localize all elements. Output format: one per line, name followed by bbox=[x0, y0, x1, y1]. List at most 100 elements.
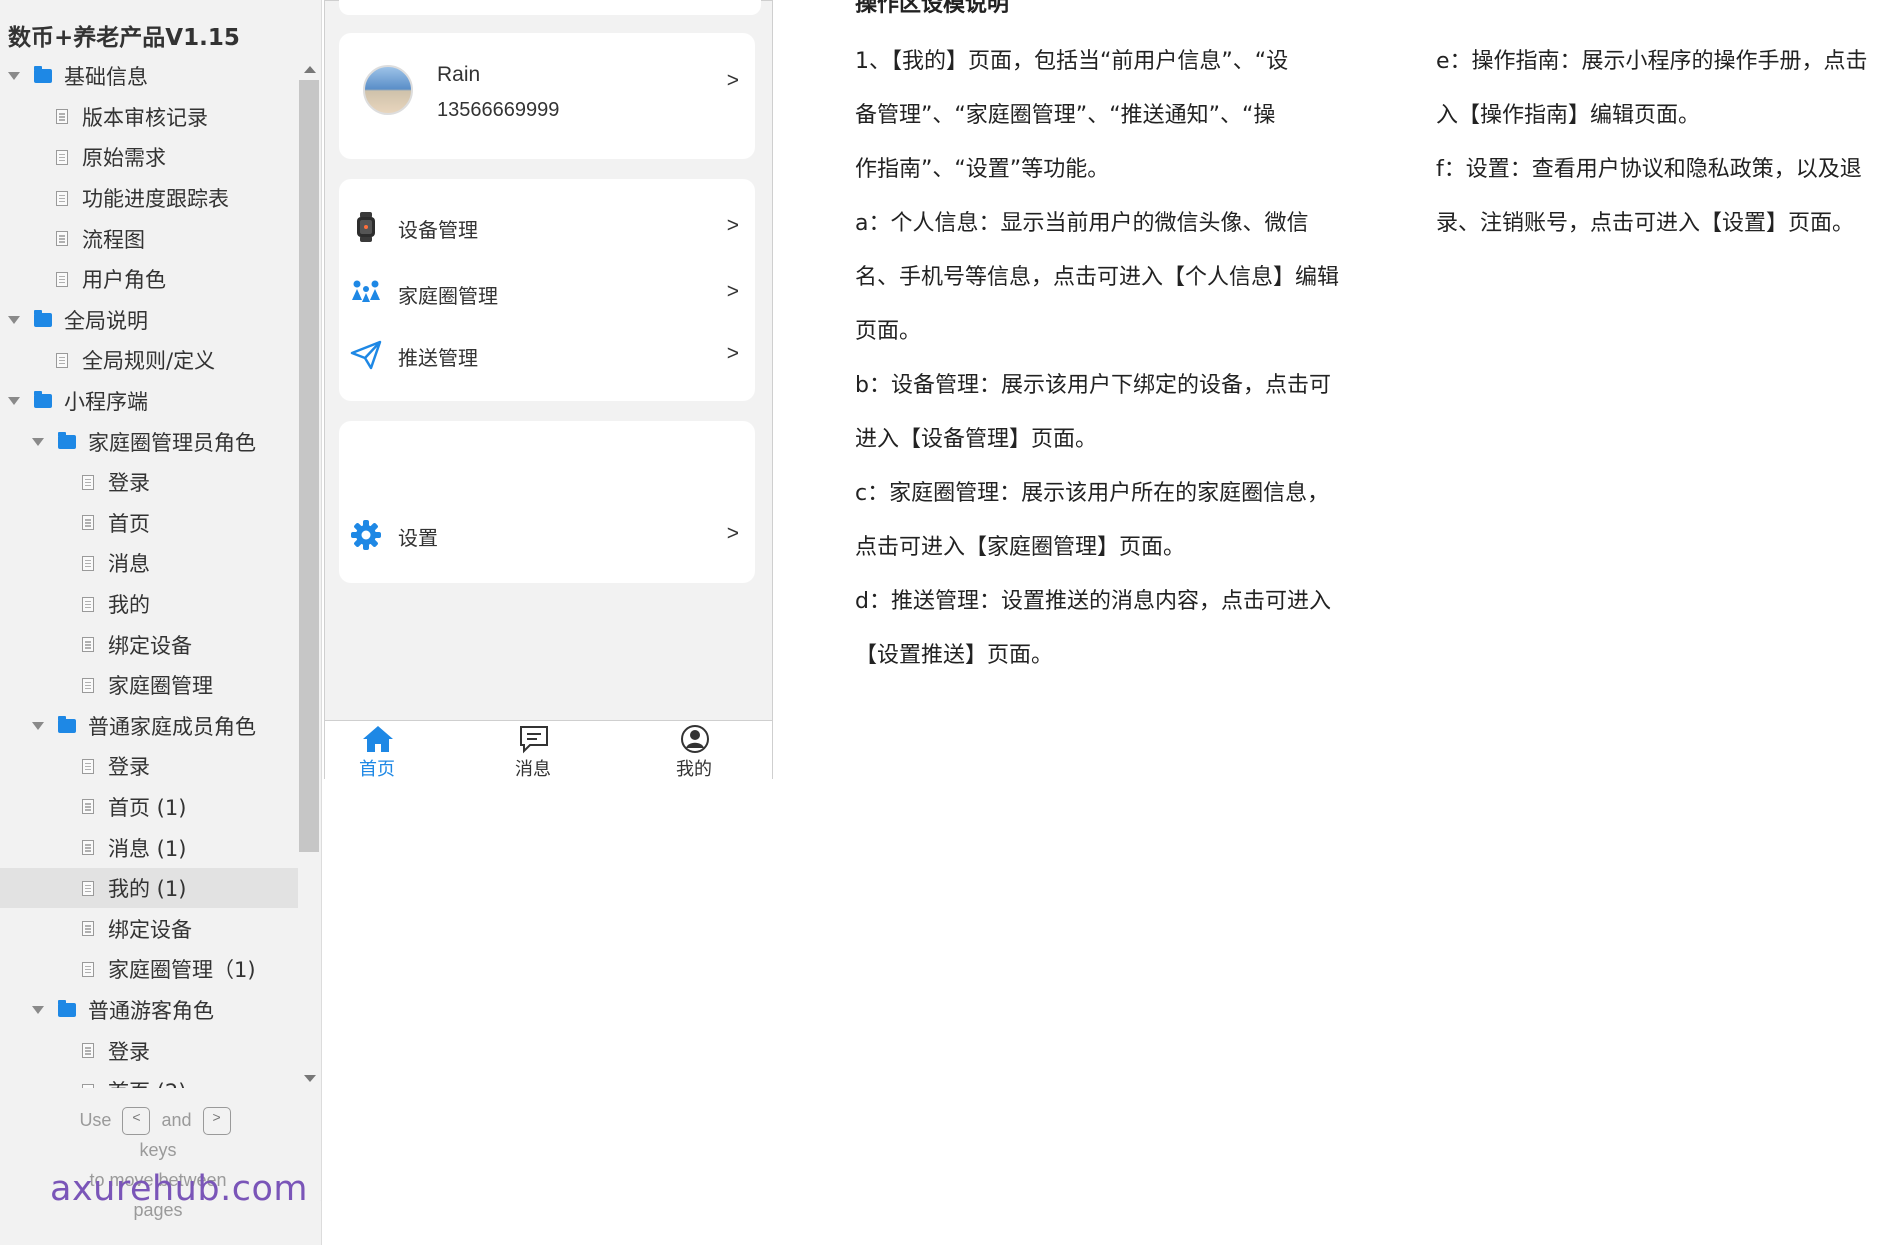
notes-column-1: 1、【我的】页面，包括当“前用户信息”、“设 备管理”、“家庭圈管理”、“推送通知… bbox=[855, 35, 1390, 683]
tree-item-label: 全局说明 bbox=[64, 308, 148, 333]
page-icon bbox=[82, 799, 94, 815]
caret-down-icon[interactable] bbox=[32, 1005, 44, 1014]
tree-page[interactable]: 登录 bbox=[0, 462, 298, 503]
menu-item-family-circle[interactable]: 家庭圈管理 > bbox=[339, 265, 755, 321]
tree-page[interactable]: 流程图 bbox=[0, 218, 298, 259]
tree-folder[interactable]: 全局说明 bbox=[0, 300, 298, 341]
menu-label-family: 家庭圈管理 bbox=[398, 284, 498, 308]
tree-item-label: 家庭圈管理（1) bbox=[108, 958, 256, 983]
tree-page[interactable]: 首页 (1) bbox=[0, 787, 298, 828]
tree-item-label: 家庭圈管理 bbox=[108, 674, 213, 699]
tree-item-label: 登录 bbox=[108, 755, 150, 780]
note-line: 名、手机号等信息，点击可进入【个人信息】编辑 bbox=[855, 265, 1340, 290]
tree-folder[interactable]: 普通游客角色 bbox=[0, 990, 298, 1031]
folder-icon bbox=[34, 391, 52, 409]
tree-item-label: 消息 (1) bbox=[108, 836, 187, 861]
tree-page[interactable]: 首页 (2) bbox=[0, 1071, 298, 1088]
tree-page[interactable]: 消息 (1) bbox=[0, 827, 298, 868]
tree-folder[interactable]: 普通家庭成员角色 bbox=[0, 706, 298, 747]
tree-page[interactable]: 首页 bbox=[0, 503, 298, 544]
tree-item-label: 功能进度跟踪表 bbox=[82, 187, 229, 212]
tree-page[interactable]: 全局规则/定义 bbox=[0, 340, 298, 381]
tree-item-label: 基础信息 bbox=[64, 65, 148, 90]
page-icon bbox=[82, 880, 94, 896]
chevron-right-icon: > bbox=[726, 342, 739, 365]
tab-mine[interactable]: 我的 bbox=[649, 721, 739, 780]
tree-item-label: 绑定设备 bbox=[108, 633, 192, 658]
menu-item-device-management[interactable]: 设备管理 > bbox=[339, 199, 755, 255]
menu-item-settings[interactable]: 设置 > bbox=[339, 507, 755, 563]
tree-item-label: 我的 (1) bbox=[108, 877, 187, 902]
scroll-up-arrow-icon[interactable] bbox=[304, 66, 316, 73]
page-icon bbox=[56, 109, 68, 125]
scroll-down-arrow-icon[interactable] bbox=[304, 1075, 316, 1082]
note-line: d：推送管理：设置推送的消息内容，点击可进入 bbox=[855, 589, 1331, 614]
tree-item-label: 小程序端 bbox=[64, 390, 148, 415]
scrollbar-thumb[interactable] bbox=[299, 80, 319, 852]
tree-item-label: 消息 bbox=[108, 552, 150, 577]
caret-down-icon[interactable] bbox=[32, 437, 44, 446]
tree-folder[interactable]: 基础信息 bbox=[0, 56, 298, 97]
tree-item-label: 首页 bbox=[108, 511, 150, 536]
message-icon bbox=[520, 726, 548, 754]
tree-item-label: 绑定设备 bbox=[108, 917, 192, 942]
tree-item-label: 用户角色 bbox=[82, 268, 166, 293]
page-icon bbox=[82, 840, 94, 856]
send-icon bbox=[350, 340, 382, 370]
sidebar-scrollbar[interactable] bbox=[299, 62, 321, 1082]
tree-page[interactable]: 版本审核记录 bbox=[0, 97, 298, 138]
tree-page[interactable]: 我的 bbox=[0, 584, 298, 625]
tree-item-label: 版本审核记录 bbox=[82, 105, 208, 130]
tree-page[interactable]: 登录 bbox=[0, 1030, 298, 1071]
next-key-icon: > bbox=[202, 1107, 231, 1136]
note-line: c：家庭圈管理：展示该用户所在的家庭圈信息， bbox=[855, 481, 1330, 506]
tree-item-label: 登录 bbox=[108, 471, 150, 496]
page-icon bbox=[82, 961, 94, 977]
tree-page[interactable]: 绑定设备 bbox=[0, 908, 298, 949]
notes-heading: 操作区设模说明 bbox=[855, 0, 1010, 17]
tree-page[interactable]: 家庭圈管理 bbox=[0, 665, 298, 706]
tree-page[interactable]: 绑定设备 bbox=[0, 624, 298, 665]
page-icon bbox=[82, 921, 94, 937]
tab-home[interactable]: 首页 bbox=[332, 721, 422, 780]
folder-icon bbox=[58, 999, 76, 1017]
chevron-right-icon: > bbox=[726, 280, 739, 303]
page-icon bbox=[56, 271, 68, 287]
tree-item-label: 普通家庭成员角色 bbox=[88, 714, 256, 739]
page-icon bbox=[82, 1043, 94, 1059]
user-icon bbox=[681, 725, 709, 753]
menu-label-settings: 设置 bbox=[398, 526, 438, 550]
page-icon bbox=[56, 149, 68, 165]
page-icon bbox=[82, 515, 94, 531]
watch-icon bbox=[357, 212, 375, 242]
tree-folder[interactable]: 家庭圈管理员角色 bbox=[0, 421, 298, 462]
prev-key-icon: < bbox=[122, 1107, 151, 1136]
chevron-right-icon: > bbox=[726, 522, 739, 545]
folder-icon bbox=[34, 309, 52, 327]
page-icon bbox=[82, 758, 94, 774]
tree-page[interactable]: 登录 bbox=[0, 746, 298, 787]
caret-down-icon[interactable] bbox=[8, 397, 20, 406]
tree-page[interactable]: 功能进度跟踪表 bbox=[0, 178, 298, 219]
tree-page[interactable]: 我的 (1) bbox=[0, 867, 298, 909]
page-icon bbox=[56, 352, 68, 368]
tree-page[interactable]: 原始需求 bbox=[0, 137, 298, 178]
tree-page[interactable]: 用户角色 bbox=[0, 259, 298, 300]
menu-item-push-management[interactable]: 推送管理 > bbox=[339, 327, 755, 383]
tab-message-label: 消息 bbox=[515, 759, 551, 780]
hint-and: and bbox=[161, 1110, 192, 1130]
caret-down-icon[interactable] bbox=[8, 315, 20, 324]
caret-down-icon[interactable] bbox=[32, 721, 44, 730]
page-icon bbox=[82, 1083, 94, 1088]
tree-page[interactable]: 消息 bbox=[0, 543, 298, 584]
note-line: 备管理”、“家庭圈管理”、“推送通知”、“操 bbox=[855, 103, 1276, 128]
chevron-right-icon: > bbox=[726, 69, 739, 92]
tree-item-label: 普通游客角色 bbox=[88, 998, 214, 1023]
tree-folder[interactable]: 小程序端 bbox=[0, 381, 298, 422]
note-line: a：个人信息：显示当前用户的微信头像、微信 bbox=[855, 211, 1309, 236]
caret-down-icon[interactable] bbox=[8, 72, 20, 81]
profile-card[interactable]: Rain 13566669999 > bbox=[339, 33, 755, 159]
tree-page[interactable]: 家庭圈管理（1) bbox=[0, 949, 298, 990]
tab-message[interactable]: 消息 bbox=[488, 721, 578, 780]
note-line: 作指南”、“设置”等功能。 bbox=[855, 157, 1110, 182]
